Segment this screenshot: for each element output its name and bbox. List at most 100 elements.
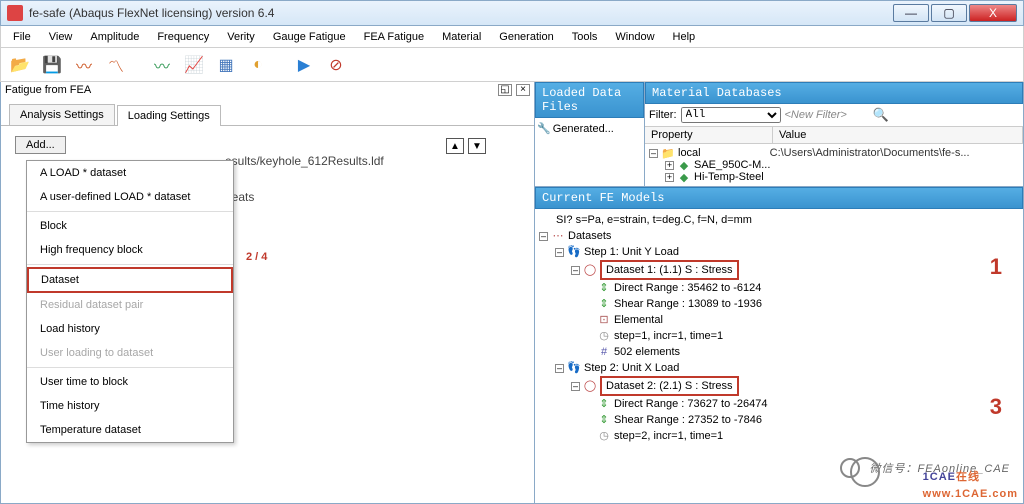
elemental-row: ⊡ Elemental xyxy=(539,312,1019,328)
filter-label: Filter: xyxy=(649,109,677,121)
range-icon: ⇕ xyxy=(597,398,611,410)
menu-amplitude[interactable]: Amplitude xyxy=(82,29,147,45)
range-icon: ⇕ xyxy=(597,282,611,294)
step-1-node[interactable]: – 👣 Step 1: Unit Y Load xyxy=(539,244,1019,260)
menu-help[interactable]: Help xyxy=(665,29,704,45)
material-2-label: Hi-Temp-Steel xyxy=(694,171,764,183)
menu-tools[interactable]: Tools xyxy=(564,29,606,45)
play-icon[interactable]: ▶ xyxy=(291,52,317,78)
hash-icon: # xyxy=(597,346,611,358)
material-icon: ◆ xyxy=(677,159,691,171)
popup-a-load-dataset[interactable]: A LOAD * dataset xyxy=(27,161,233,185)
stop-icon[interactable]: ⊘ xyxy=(323,52,349,78)
shear-range-2: ⇕ Shear Range : 27352 to -7846 xyxy=(539,412,1019,428)
left-panel-title: Fatigue from FEA xyxy=(5,84,91,96)
nav-up-icon[interactable]: ▲ xyxy=(446,138,464,154)
close-panel-icon[interactable]: × xyxy=(516,84,530,96)
new-filter-input[interactable]: <New Filter> xyxy=(785,109,865,121)
filter-select[interactable]: All xyxy=(681,107,781,123)
play-alt-icon[interactable]: ◐ xyxy=(245,52,271,78)
add-button[interactable]: Add... xyxy=(15,136,66,154)
local-db-node[interactable]: – 📁 local C:\Users\Administrator\Documen… xyxy=(649,147,1019,159)
save-icon[interactable]: 💾 xyxy=(39,52,65,78)
si-units-text: SI? s=Pa, e=strain, t=deg.C, f=N, d=mm xyxy=(556,212,752,228)
grid-icon[interactable]: ▦ xyxy=(213,52,239,78)
step-1-label: Step 1: Unit Y Load xyxy=(584,244,679,260)
direct-range-2: ⇕ Direct Range : 73627 to -26474 xyxy=(539,396,1019,412)
close-button[interactable]: X xyxy=(969,4,1017,22)
add-popup-menu: A LOAD * dataset A user-defined LOAD * d… xyxy=(26,160,234,443)
search-icon[interactable]: 🔍 xyxy=(873,107,889,123)
expand-icon[interactable]: + xyxy=(665,161,674,170)
collapse-icon[interactable]: – xyxy=(555,248,564,257)
chart-icon[interactable]: 📈 xyxy=(181,52,207,78)
popup-hf-block[interactable]: High frequency block xyxy=(27,238,233,262)
popup-user-time-to-block[interactable]: User time to block xyxy=(27,370,233,394)
popup-time-history[interactable]: Time history xyxy=(27,394,233,418)
folder-icon: 📁 xyxy=(661,147,675,159)
material-databases-title: Material Databases xyxy=(645,82,1023,104)
tab-loading-settings[interactable]: Loading Settings xyxy=(117,105,221,126)
loaded-data-files-title: Loaded Data Files xyxy=(535,82,644,118)
step-2-label: Step 2: Unit X Load xyxy=(584,360,679,376)
overlay-icon[interactable]: 〽 xyxy=(103,52,129,78)
annotation-1: 1 xyxy=(990,254,1002,280)
open-icon[interactable]: 📂 xyxy=(7,52,33,78)
dataset-2-node[interactable]: – ◯ Dataset 2: (2.1) S : Stress xyxy=(539,376,1019,396)
expand-icon[interactable]: + xyxy=(665,173,674,182)
window-title: fe-safe (Abaqus FlexNet licensing) versi… xyxy=(29,6,891,20)
menu-fea-fatigue[interactable]: FEA Fatigue xyxy=(356,29,433,45)
collapse-icon[interactable]: – xyxy=(571,266,580,275)
nav-down-icon[interactable]: ▼ xyxy=(468,138,486,154)
popup-block[interactable]: Block xyxy=(27,214,233,238)
dataset-1-node[interactable]: – ◯ Dataset 1: (1.1) S : Stress xyxy=(539,260,1019,280)
menu-verity[interactable]: Verity xyxy=(219,29,263,45)
menu-frequency[interactable]: Frequency xyxy=(149,29,217,45)
repeats-text: peats xyxy=(225,190,520,204)
si-units-row[interactable]: SI? s=Pa, e=strain, t=deg.C, f=N, d=mm xyxy=(539,212,1019,228)
maximize-button[interactable]: ▢ xyxy=(931,4,967,22)
tab-analysis-settings[interactable]: Analysis Settings xyxy=(9,104,115,125)
material-row-1[interactable]: + ◆ SAE_950C-M... xyxy=(649,159,1019,171)
menu-material[interactable]: Material xyxy=(434,29,489,45)
material-1-label: SAE_950C-M... xyxy=(694,159,770,171)
collapse-icon[interactable]: – xyxy=(555,364,564,373)
material-row-2[interactable]: + ◆ Hi-Temp-Steel xyxy=(649,171,1019,183)
loaded-data-files-panel: Loaded Data Files 🔧 Generated... xyxy=(535,82,645,186)
datasets-label: Datasets xyxy=(568,228,611,244)
tensor-icon: ◯ xyxy=(583,264,597,276)
wechat-icon xyxy=(840,458,860,478)
stepinfo-1: ◷ step=1, incr=1, time=1 xyxy=(539,328,1019,344)
minimize-button[interactable]: — xyxy=(893,4,929,22)
popup-temperature-dataset[interactable]: Temperature dataset xyxy=(27,418,233,442)
undock-icon[interactable]: ◱ xyxy=(498,84,512,96)
popup-userdef-load-dataset[interactable]: A user-defined LOAD * dataset xyxy=(27,185,233,209)
menu-window[interactable]: Window xyxy=(607,29,662,45)
watermark-1cae: 1CAE在线 www.1CAE.com xyxy=(923,467,1018,500)
shear-range-1: ⇕ Shear Range : 13089 to -1936 xyxy=(539,296,1019,312)
range-icon: ⇕ xyxy=(597,298,611,310)
material-databases-panel: Material Databases Filter: All <New Filt… xyxy=(645,82,1023,186)
header-value: Value xyxy=(773,127,1023,143)
collapse-icon[interactable]: – xyxy=(571,382,580,391)
loaded-file-row[interactable]: 🔧 Generated... xyxy=(537,122,642,135)
menu-view[interactable]: View xyxy=(41,29,81,45)
collapse-icon[interactable]: – xyxy=(539,232,548,241)
loaded-file-label: Generated... xyxy=(553,123,614,135)
datasets-node[interactable]: – ⋯ Datasets xyxy=(539,228,1019,244)
signal2-icon[interactable]: 〰 xyxy=(149,52,175,78)
menu-file[interactable]: File xyxy=(5,29,39,45)
range-icon: ⇕ xyxy=(597,414,611,426)
file-path-text: esults/keyhole_612Results.ldf xyxy=(225,154,520,168)
step-2-node[interactable]: – 👣 Step 2: Unit X Load xyxy=(539,360,1019,376)
collapse-icon[interactable]: – xyxy=(649,149,658,158)
popup-dataset[interactable]: Dataset xyxy=(27,267,233,293)
menubar: File View Amplitude Frequency Verity Gau… xyxy=(0,26,1024,48)
menu-generation[interactable]: Generation xyxy=(491,29,561,45)
material-icon: ◆ xyxy=(677,171,691,183)
menu-gauge-fatigue[interactable]: Gauge Fatigue xyxy=(265,29,354,45)
material-header: Property Value xyxy=(645,126,1023,144)
header-property: Property xyxy=(645,127,773,143)
popup-load-history[interactable]: Load history xyxy=(27,317,233,341)
signal-icon[interactable]: 〰 xyxy=(71,52,97,78)
